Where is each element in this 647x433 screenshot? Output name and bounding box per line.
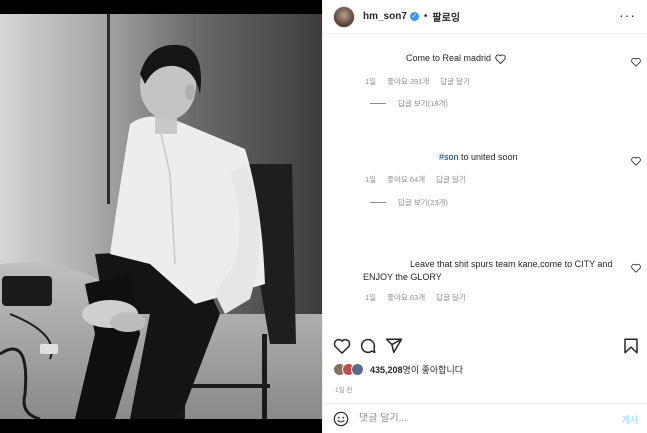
author-avatar[interactable] [333,5,355,28]
comment-age: 1일 [365,175,377,184]
verified-badge-icon: ✓ [409,12,419,21]
comment-text: Leave that shit spurs team kane,come to … [363,258,623,284]
likes-suffix: 명이 좋아합니다 [402,365,464,375]
view-replies-button[interactable]: 답글 보기(23개) [370,197,448,208]
comment-likes[interactable]: 좋아요 64개 [387,174,425,185]
bookmark-icon[interactable] [622,337,640,355]
hashtag-link[interactable]: #son [439,152,459,162]
replies-divider [370,103,386,104]
comment-text-line-2: ENJOY the GLORY [363,272,442,282]
view-replies-button[interactable]: 답글 보기(18개) [370,98,448,109]
comment-like-icon[interactable] [631,263,641,273]
post-photo-pane [0,0,322,433]
reply-button[interactable]: 답글 달기 [436,292,466,303]
emoji-icon[interactable] [333,411,349,427]
add-comment-bar: 게시 [323,403,647,433]
photo-illustration [0,14,322,419]
heart-outline-icon [495,53,506,64]
comment-text: #son to united soon [439,152,518,162]
more-options-icon[interactable]: ··· [619,8,636,22]
comment-text: Come to Real madrid [406,52,506,65]
comment-icon[interactable] [359,337,377,355]
comment-likes[interactable]: 좋아요 391개 [387,76,429,87]
comment-meta: 1일 좋아요 63개 답글 달기 [365,292,466,303]
author-username[interactable]: hm_son7 [363,11,407,22]
post-photo[interactable] [0,14,322,419]
replies-divider [370,202,386,203]
comment-like-icon[interactable] [631,57,641,67]
post-comment-button[interactable]: 게시 [621,413,638,426]
post-time-ago: 1일 전 [335,387,353,394]
comment-age: 1일 [365,293,377,302]
header-separator: • [423,11,428,22]
heart-icon[interactable] [333,337,351,355]
share-icon[interactable] [385,337,403,355]
liker-avatar [351,363,364,376]
post-header: hm_son7 ✓ • 팔로잉 ··· [323,0,647,34]
following-button[interactable]: 팔로잉 [432,9,460,24]
reply-button[interactable]: 답글 달기 [436,174,466,185]
comment-meta: 1일 좋아요 391개 답글 달기 [365,76,470,87]
reply-button[interactable]: 답글 달기 [440,76,470,87]
comment-like-icon[interactable] [631,156,641,166]
comments-list: Come to Real madrid 1일 좋아요 391개 답글 달기 답글… [323,34,647,330]
likes-count-text: 435,208명이 좋아합니다 [370,363,463,376]
post-details-pane: hm_son7 ✓ • 팔로잉 ··· Come to Real madrid … [322,0,647,433]
comment-meta: 1일 좋아요 64개 답글 달기 [365,174,466,185]
post-actions [323,334,647,360]
comment-likes[interactable]: 좋아요 63개 [387,292,425,303]
comment-text-line-1: Leave that shit spurs team kane,come to … [410,259,613,269]
comment-age: 1일 [365,77,377,86]
likes-summary[interactable]: 435,208명이 좋아합니다 [333,363,463,376]
comment-input[interactable] [359,413,589,424]
likes-count: 435,208 [370,365,403,375]
